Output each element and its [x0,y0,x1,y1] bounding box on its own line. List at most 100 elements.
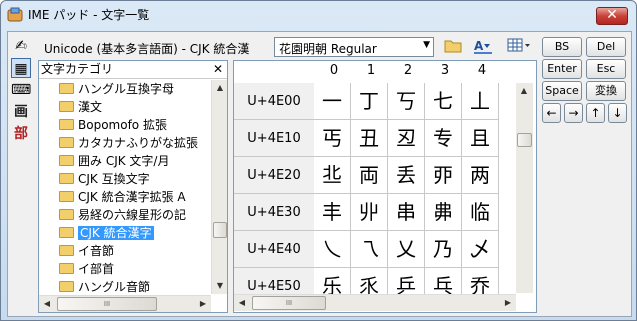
category-item[interactable]: CJK 互換文字 [59,170,150,188]
char-cell[interactable]: 丠 [314,157,351,194]
font-select[interactable]: 花園明朝 Regular ▼ [274,37,434,57]
char-cell[interactable]: 丱 [351,194,388,231]
char-cell[interactable]: 丒 [388,120,425,157]
char-cell[interactable]: 丢 [388,157,425,194]
category-item[interactable]: CJK 統合漢字拡張 A [59,188,186,206]
char-cell[interactable]: 丁 [351,83,388,120]
handwriting-tool-icon[interactable]: ✍ [11,36,31,56]
font-select-value: 花園明朝 Regular [279,42,377,56]
arrow-up-key[interactable]: ↑ [586,103,605,123]
category-item-label: CJK 互換文字 [78,172,150,186]
scroll-up-icon[interactable]: ▲ [516,83,532,99]
column-headers: 0 1 2 3 4 [234,61,534,83]
henkan-key[interactable]: 変換 [586,81,626,101]
unicode-range-label: Unicode (基本多言語面) - CJK 統合漢 [44,42,250,56]
row-header: U+4E20 [234,157,314,194]
font-size-icon[interactable]: A [472,37,498,57]
category-item-label: ハングル音節 [78,280,151,294]
folder-icon [59,209,74,220]
category-item[interactable]: ハングル音節 [59,278,150,294]
arrow-left-key[interactable]: ← [542,103,561,123]
char-cell[interactable]: 丑 [351,120,388,157]
left-toolbar: ✍ ▦ ⌨ 画部 [8,34,34,154]
category-item[interactable]: 囲み CJK 文字/月 [59,152,169,170]
folder-icon [59,227,74,238]
radical-tool-icon[interactable]: 部 [11,124,31,144]
category-item-label: イ部首 [78,262,115,276]
arrow-down-key[interactable]: ↓ [608,103,627,123]
folder-icon [59,101,74,112]
scroll-left-icon[interactable]: ◀ [39,296,55,312]
scroll-up-icon[interactable]: ▲ [212,80,228,96]
key-panel: BS Del Enter Esc Space 変換 ← → ↑ ↓ [542,35,630,135]
category-item[interactable]: 漢文 [59,98,102,116]
category-item[interactable]: イ音節 [59,242,114,260]
soft-keyboard-tool-icon[interactable]: ⌨ [11,80,31,100]
char-cell[interactable]: 丰 [314,194,351,231]
stroke-count-tool-icon[interactable]: 画 [11,102,31,122]
scroll-left-icon[interactable]: ◀ [234,295,250,311]
open-folder-icon[interactable] [442,37,464,57]
scroll-thumb[interactable] [213,222,227,238]
svg-text:A: A [474,39,484,53]
ime-pad-window: IME パッド - 文字一覧 ✕ ✍ ▦ ⌨ 画部 Unicode (基本多言語面) … [0,0,637,321]
char-cell[interactable]: 丐 [314,120,351,157]
view-options-icon[interactable] [506,37,532,57]
scroll-right-icon[interactable]: ▶ [195,296,211,312]
bs-key[interactable]: BS [542,37,582,57]
char-cell[interactable]: 乁 [351,231,388,268]
column-header: 2 [403,63,413,78]
scroll-thumb[interactable] [517,133,532,147]
esc-key[interactable]: Esc [586,59,626,79]
char-cell[interactable]: 乄 [462,231,499,268]
category-item[interactable]: ハングル互換字母 [59,80,174,98]
char-cell[interactable]: 乀 [314,231,351,268]
category-vertical-scrollbar[interactable]: ▲ ▼ [211,80,227,294]
close-button[interactable]: ✕ [596,7,628,25]
char-cell[interactable]: 一 [314,83,351,120]
row-header: U+4E00 [234,83,314,120]
char-cell[interactable]: 两 [462,157,499,194]
folder-icon [59,119,74,130]
char-cell[interactable]: 专 [425,120,462,157]
del-key[interactable]: Del [586,37,626,57]
enter-key[interactable]: Enter [542,59,582,79]
category-horizontal-scrollbar[interactable]: ◀ III ▶ [39,295,211,312]
category-item-label: CJK 統合漢字 [78,226,154,240]
scroll-thumb[interactable]: III [252,296,326,310]
category-item[interactable]: カタカナふりがな拡張 [59,134,198,152]
folder-icon [59,137,74,148]
category-item[interactable]: Bopomofo 拡張 [59,116,167,134]
category-item-label: 囲み CJK 文字/月 [78,154,170,168]
char-cell[interactable]: 且 [462,120,499,157]
category-item[interactable]: CJK 統合漢字 [59,224,154,242]
grid-horizontal-scrollbar[interactable]: ◀ III ▶ [234,294,516,311]
category-item[interactable]: イ部首 [59,260,114,278]
font-toolbar: Unicode (基本多言語面) - CJK 統合漢 花園明朝 Regular ▼… [38,35,538,59]
char-cell[interactable]: 乃 [425,231,462,268]
scroll-thumb[interactable]: III [57,297,157,311]
char-cell[interactable]: 临 [462,194,499,231]
scroll-down-icon[interactable]: ▼ [212,278,228,294]
scroll-right-icon[interactable]: ▶ [500,295,516,311]
char-cell[interactable]: 七 [425,83,462,120]
char-cell[interactable]: 串 [388,194,425,231]
category-item-label: カタカナふりがな拡張 [78,136,199,150]
char-list-tool-icon[interactable]: ▦ [11,58,31,78]
char-cell[interactable]: 丳 [425,194,462,231]
category-item[interactable]: 易経の六線星形の記 [59,206,186,224]
grid-vertical-scrollbar[interactable]: ▲ [516,83,533,293]
ime-pad-app-icon [7,7,23,23]
char-cell[interactable]: 丣 [425,157,462,194]
char-cell[interactable]: 丄 [462,83,499,120]
char-cell[interactable]: 両 [351,157,388,194]
window-title: IME パッド - 文字一覧 [28,8,150,22]
category-close-button[interactable]: ✕ [213,61,223,78]
folder-icon [59,155,74,166]
column-header: 0 [329,63,339,78]
space-key[interactable]: Space [542,81,582,101]
char-cell[interactable]: 乂 [388,231,425,268]
char-cell[interactable]: 丂 [388,83,425,120]
arrow-right-key[interactable]: → [564,103,583,123]
category-item-label: CJK 統合漢字拡張 A [78,190,186,204]
